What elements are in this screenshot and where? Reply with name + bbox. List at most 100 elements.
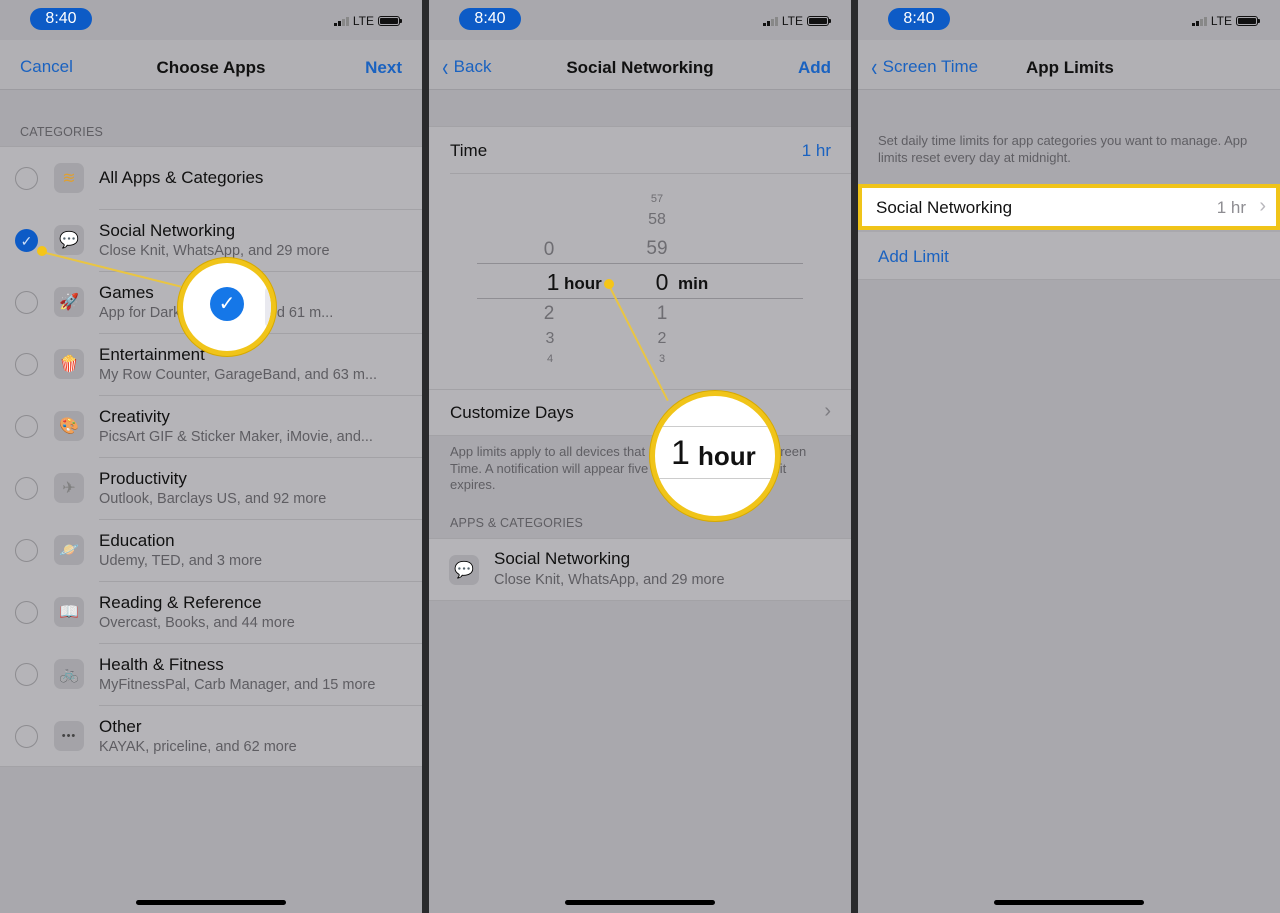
picker-hour-unit: hour (564, 274, 602, 293)
picker-hour-selected[interactable]: 1 (543, 269, 563, 296)
checkbox-unchecked[interactable] (15, 725, 38, 748)
limit-row-social-networking[interactable]: Social Networking 1 hr › (858, 184, 1280, 230)
picker-min-option[interactable]: 1 (652, 303, 672, 325)
category-title: Other (99, 717, 142, 736)
callout-edge (265, 287, 271, 327)
checkbox-unchecked[interactable] (15, 167, 38, 190)
more-dots-icon: ••• (54, 721, 84, 751)
checkbox-unchecked[interactable] (15, 415, 38, 438)
category-row[interactable]: ≋ All Apps & Categories (0, 147, 422, 210)
picker-hour-option[interactable]: 0 (539, 239, 559, 261)
planet-icon: 🪐 (54, 535, 84, 565)
app-limits-description: Set daily time limits for app categories… (878, 133, 1248, 165)
status-bar: 8:40 LTE (429, 0, 851, 40)
category-row[interactable]: ✈ Productivity Outlook, Barclays US, and 9… (0, 457, 422, 520)
time-value[interactable]: 1 hr (802, 141, 831, 161)
category-title: Health & Fitness (99, 655, 224, 674)
category-subtitle: Overcast, Books, and 44 more (99, 615, 295, 631)
picker-min-unit: min (678, 274, 709, 293)
list-item: 💬 Social Networking Close Knit, WhatsApp… (429, 539, 851, 601)
selected-apps-list: 💬 Social Networking Close Knit, WhatsApp… (429, 538, 851, 601)
picker-min-option[interactable]: 3 (653, 353, 671, 365)
checkbox-unchecked[interactable] (15, 353, 38, 376)
picker-min-option[interactable]: 59 (641, 238, 673, 260)
picker-hour-option[interactable]: 2 (539, 303, 559, 325)
checkbox-unchecked[interactable] (15, 601, 38, 624)
callout-hour-number: 1 (671, 434, 690, 472)
picker-min-selected[interactable]: 0 (652, 269, 672, 296)
status-time: 8:40 (888, 8, 950, 30)
nav-bar: Cancel Choose Apps Next (0, 40, 422, 90)
status-bar: 8:40 LTE (858, 0, 1280, 40)
home-indicator[interactable] (136, 900, 286, 905)
status-time: 8:40 (459, 8, 521, 30)
network-label: LTE (1210, 14, 1232, 28)
picker-min-option[interactable]: 58 (642, 211, 672, 229)
callout-hour-unit: hour (698, 441, 756, 471)
category-subtitle: My Row Counter, GarageBand, and 63 m... (99, 367, 378, 383)
chevron-right-icon: › (824, 400, 831, 422)
picker-min-option[interactable]: 2 (652, 330, 672, 348)
category-title: Entertainment (99, 345, 205, 364)
chat-bubbles-icon: 💬 (449, 555, 479, 585)
status-bar: 8:40 LTE (0, 0, 422, 40)
category-title: Games (99, 283, 154, 302)
home-indicator[interactable] (994, 900, 1144, 905)
item-title: Social Networking (494, 549, 631, 568)
choose-apps-screen: 8:40 LTE Cancel Choose Apps Next CATEGOR… (0, 0, 422, 913)
nav-bar: ‹ Back Social Networking Add (429, 40, 851, 90)
add-button[interactable]: Add (798, 58, 831, 78)
app-limits-screen: 8:40 LTE ‹ Screen Time App Limits Set da… (858, 0, 1280, 913)
category-title: Productivity (99, 469, 187, 488)
picker-min-option[interactable]: 57 (644, 193, 670, 205)
category-subtitle: PicsArt GIF & Sticker Maker, iMovie, and… (99, 429, 373, 445)
add-limit-button[interactable]: Add Limit (858, 232, 1280, 280)
network-label: LTE (781, 14, 803, 28)
add-limit-label: Add Limit (878, 247, 949, 266)
limit-label: Social Networking (876, 198, 1013, 217)
picker-selection-top (477, 263, 803, 264)
picker-hour-option[interactable]: 4 (541, 353, 559, 365)
checkmark-icon: ✓ (210, 287, 244, 321)
checkbox-unchecked[interactable] (15, 291, 38, 314)
category-row[interactable]: 🎨 Creativity PicsArt GIF & Sticker Maker, … (0, 395, 422, 458)
next-button[interactable]: Next (365, 58, 402, 78)
customize-days-label: Customize Days (450, 403, 574, 422)
limit-value: 1 hr (1216, 198, 1246, 217)
checkbox-unchecked[interactable] (15, 477, 38, 500)
category-subtitle: Udemy, TED, and 3 more (99, 553, 263, 569)
category-row[interactable]: 🪐 Education Udemy, TED, and 3 more (0, 519, 422, 582)
nav-bar: ‹ Screen Time App Limits (858, 40, 1280, 90)
checkbox-checked[interactable]: ✓ (15, 229, 38, 252)
category-title: Education (99, 531, 175, 550)
customize-days-row[interactable]: Customize Days › (429, 390, 851, 436)
category-subtitle: KAYAK, priceline, and 62 more (99, 739, 297, 755)
checkbox-unchecked[interactable] (15, 539, 38, 562)
popcorn-icon: 🍿 (54, 349, 84, 379)
chat-bubbles-icon: 💬 (54, 225, 84, 255)
category-title: Reading & Reference (99, 593, 262, 612)
category-subtitle: Close Knit, WhatsApp, and 29 more (99, 243, 330, 259)
picker-hour-option[interactable]: 3 (540, 330, 560, 348)
category-title: Creativity (99, 407, 170, 426)
category-list: ≋ All Apps & Categories ✓ 💬 Social Networkin… (0, 146, 422, 767)
callout-anchor-dot (37, 246, 47, 256)
screen-time-back-button[interactable]: ‹ Screen Time (870, 52, 979, 82)
category-row[interactable]: ••• Other KAYAK, priceline, and 62 more (0, 705, 422, 767)
checkbox-unchecked[interactable] (15, 663, 38, 686)
checkmark-zoom-callout: ✓ (178, 258, 276, 356)
category-row[interactable]: 📖 Reading & Reference Overcast, Books, and… (0, 581, 422, 644)
category-row[interactable]: 🚲 Health & Fitness MyFitnessPal, Carb Mana… (0, 643, 422, 706)
signal-icon (333, 16, 349, 26)
bicycle-icon: 🚲 (54, 659, 84, 689)
social-networking-limit-screen: 8:40 LTE ‹ Back Social Networking Add Ti… (429, 0, 851, 913)
divider (450, 173, 851, 174)
category-title: Social Networking (99, 221, 236, 240)
callout-anchor-dot (604, 279, 614, 289)
page-title: Social Networking (566, 58, 714, 77)
picker-selection-bottom (477, 298, 803, 299)
chevron-left-icon: ‹ (871, 52, 878, 82)
time-section: Time 1 hr 0 1 hour 2 3 4 57 58 59 0 min … (429, 126, 851, 390)
back-label: Screen Time (882, 57, 979, 76)
home-indicator[interactable] (565, 900, 715, 905)
